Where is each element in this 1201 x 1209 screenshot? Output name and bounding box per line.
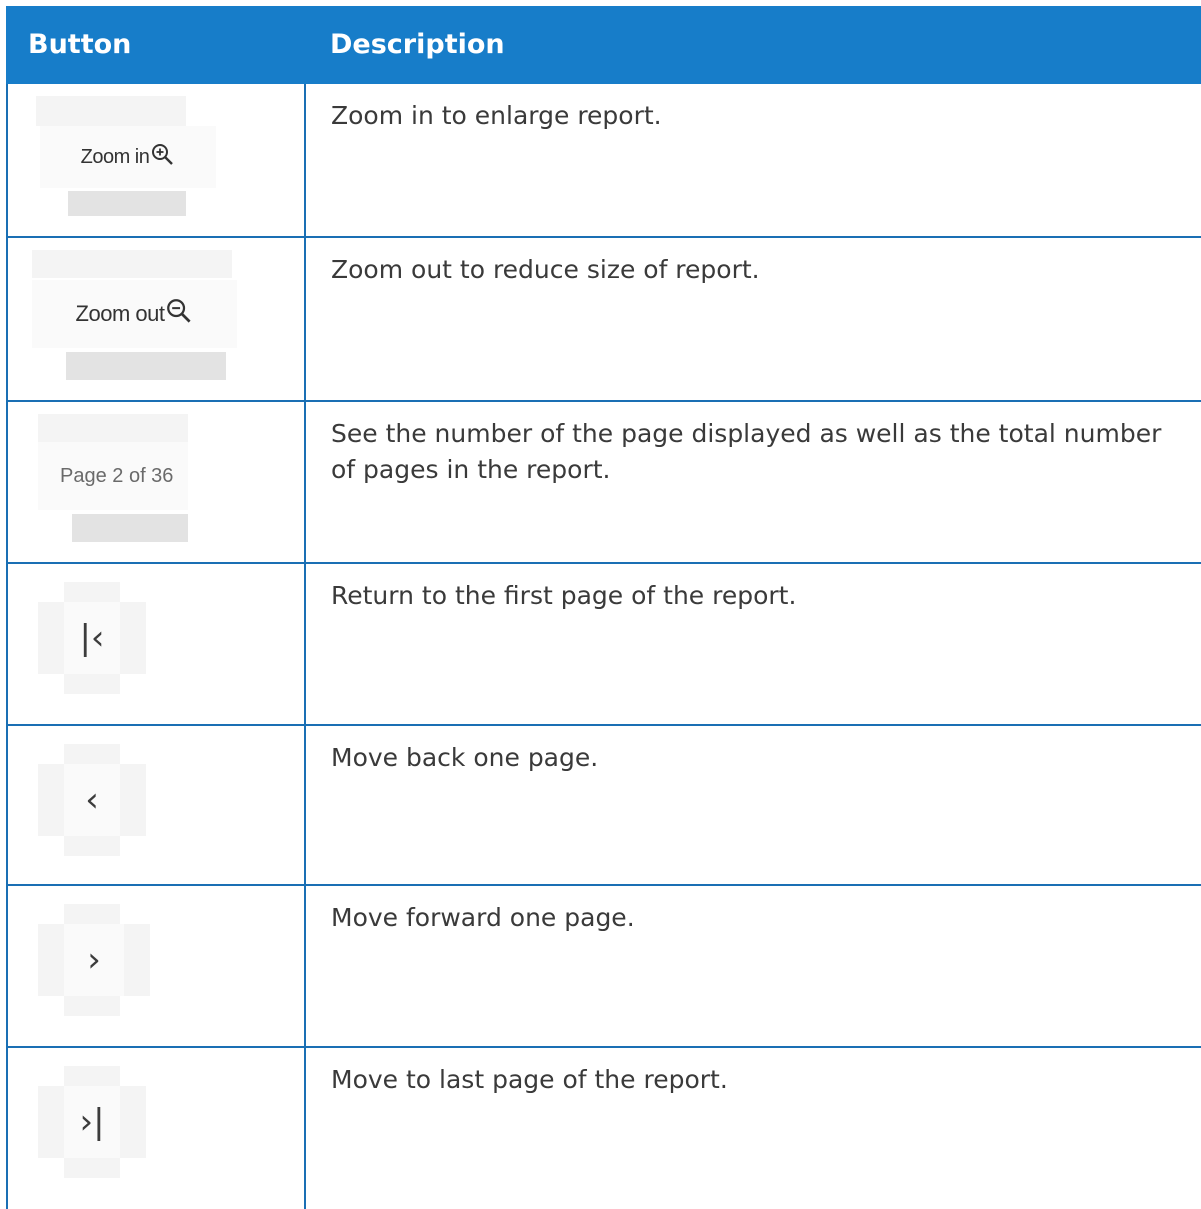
zoom-in-icon <box>151 143 175 172</box>
table-row: |‹ Return to the first page of the repor… <box>6 564 1201 726</box>
first-page-icon: |‹ <box>79 618 105 658</box>
previous-page-button-image: ‹ <box>38 744 146 856</box>
row-description: Move back one page. <box>331 743 599 772</box>
zoom-in-label: Zoom in <box>80 145 150 168</box>
zoom-out-icon <box>166 298 193 330</box>
table-row: Zoom in Zoom in to enlarge report. <box>6 84 1201 238</box>
header-description: Description <box>330 29 505 60</box>
table-row: ‹ Move back one page. <box>6 726 1201 886</box>
zoom-out-button-image: Zoom out <box>32 250 237 380</box>
button-reference-table: Button Description Zoom in Zoom in to en… <box>6 6 1201 1209</box>
row-description: Zoom out to reduce size of report. <box>331 255 760 284</box>
row-description: Move forward one page. <box>331 903 635 932</box>
row-description: See the number of the page displayed as … <box>331 419 1162 484</box>
page-indicator-image: Page 2 of 36 <box>38 414 188 542</box>
table-header: Button Description <box>6 6 1201 84</box>
last-page-button-image: ›| <box>38 1066 146 1178</box>
table-row: Zoom out Zoom out to reduce size of repo… <box>6 238 1201 402</box>
table-row: Page 2 of 36 See the number of the page … <box>6 402 1201 564</box>
previous-page-icon: ‹ <box>85 780 99 820</box>
table-row: ›| Move to last page of the report. <box>6 1048 1201 1209</box>
header-button: Button <box>28 29 132 60</box>
row-description: Return to the first page of the report. <box>331 581 797 610</box>
page-indicator-label: Page 2 of 36 <box>60 464 174 487</box>
first-page-button-image: |‹ <box>38 582 146 694</box>
row-description: Move to last page of the report. <box>331 1065 728 1094</box>
table-row: › Move forward one page. <box>6 886 1201 1048</box>
zoom-in-button-image: Zoom in <box>36 96 216 216</box>
next-page-icon: › <box>87 940 101 980</box>
next-page-button-image: › <box>38 904 150 1016</box>
last-page-icon: ›| <box>79 1102 105 1142</box>
zoom-out-label: Zoom out <box>75 301 165 326</box>
row-description: Zoom in to enlarge report. <box>331 101 662 130</box>
